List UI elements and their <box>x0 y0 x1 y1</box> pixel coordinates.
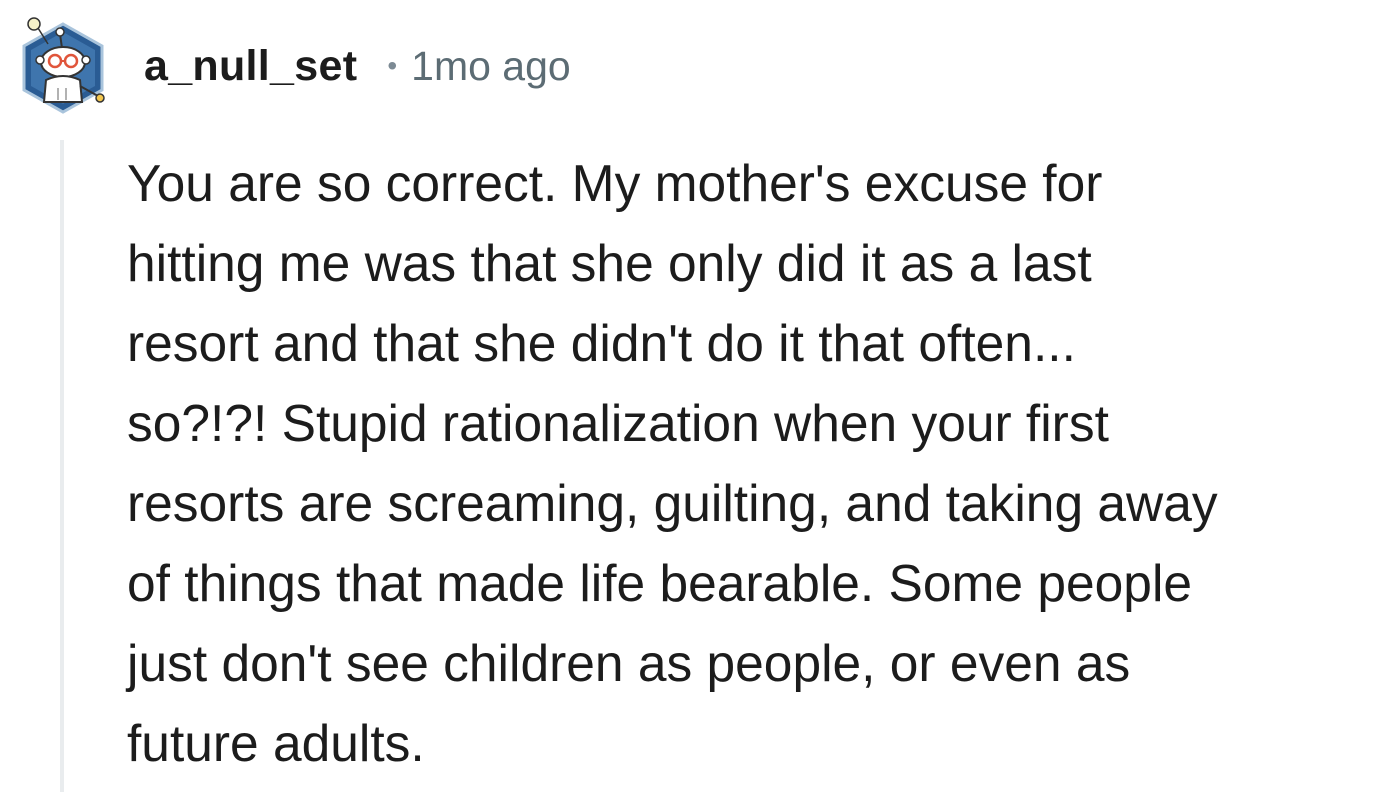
author-username[interactable]: a_null_set <box>144 42 357 91</box>
comment-body: You are so correct. My mother's excuse f… <box>127 154 1218 772</box>
comment-header: a_null_set • 1mo ago <box>18 14 571 114</box>
comment-timestamp[interactable]: 1mo ago <box>411 43 571 90</box>
avatar[interactable] <box>18 14 108 114</box>
thread-collapse-line[interactable] <box>60 140 64 792</box>
meta-separator: • <box>387 50 398 81</box>
snoo-avatar-icon <box>22 17 105 114</box>
